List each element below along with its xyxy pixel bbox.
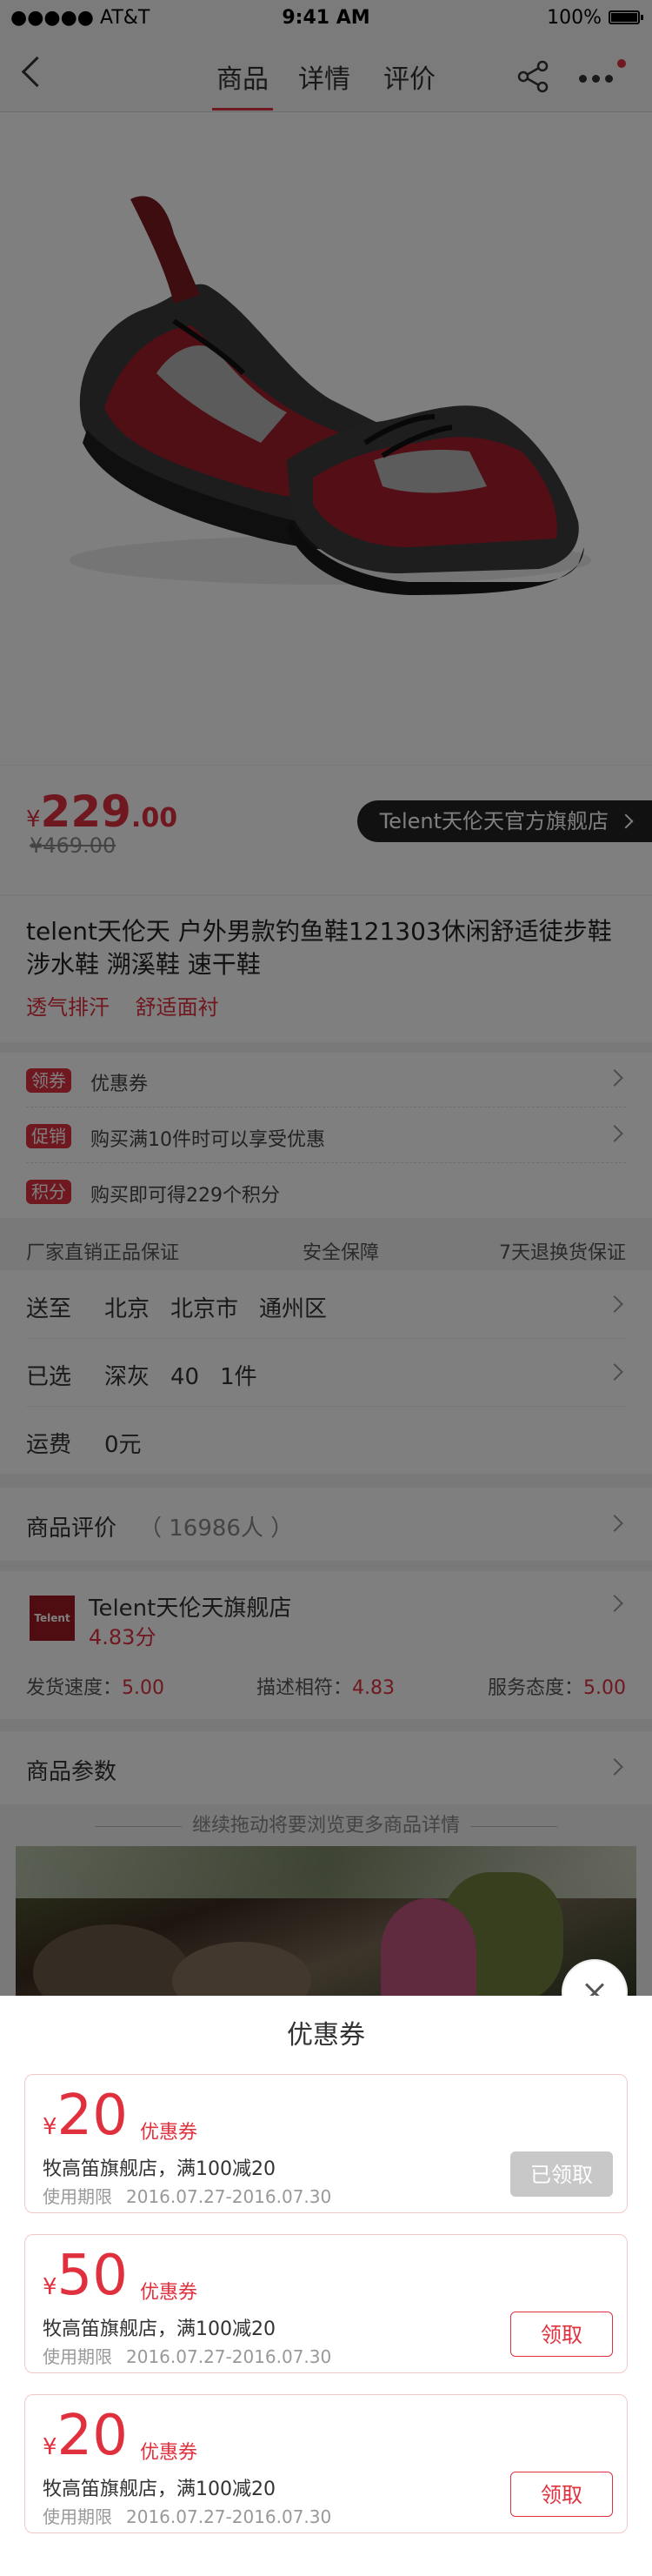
coupon-amount: ¥50 bbox=[43, 2244, 128, 2308]
coupon-description: 牧高笛旗舰店，满100减20 bbox=[43, 2479, 276, 2500]
coupon-description: 牧高笛旗舰店，满100减20 bbox=[43, 2318, 276, 2340]
coupon-validity: 使用期限 2016.07.27-2016.07.30 bbox=[43, 2506, 332, 2527]
coupon-claim-button[interactable]: 领取 bbox=[510, 2472, 613, 2517]
coupon-type: 优惠券 bbox=[140, 2122, 198, 2144]
coupon-amount: ¥20 bbox=[43, 2404, 128, 2468]
coupon-claim-button[interactable]: 领取 bbox=[510, 2312, 613, 2357]
coupon-claimed-button[interactable]: 已领取 bbox=[510, 2151, 613, 2197]
coupon-card: ¥20 优惠券 牧高笛旗舰店，满100减20 使用期限 2016.07.27-20… bbox=[24, 2394, 628, 2533]
coupon-type: 优惠券 bbox=[140, 2282, 198, 2304]
coupon-validity: 使用期限 2016.07.27-2016.07.30 bbox=[43, 2186, 332, 2207]
coupon-type: 优惠券 bbox=[140, 2442, 198, 2464]
coupon-description: 牧高笛旗舰店，满100减20 bbox=[43, 2158, 276, 2180]
coupon-card: ¥20 优惠券 牧高笛旗舰店，满100减20 使用期限 2016.07.27-20… bbox=[24, 2074, 628, 2213]
coupon-sheet: 优惠券 ¥20 优惠券 牧高笛旗舰店，满100减20 使用期限 2016.07.2… bbox=[0, 1996, 652, 2576]
coupon-card: ¥50 优惠券 牧高笛旗舰店，满100减20 使用期限 2016.07.27-20… bbox=[24, 2234, 628, 2373]
sheet-title: 优惠券 bbox=[287, 2020, 365, 2051]
coupon-amount: ¥20 bbox=[43, 2084, 128, 2148]
coupon-validity: 使用期限 2016.07.27-2016.07.30 bbox=[43, 2346, 332, 2367]
